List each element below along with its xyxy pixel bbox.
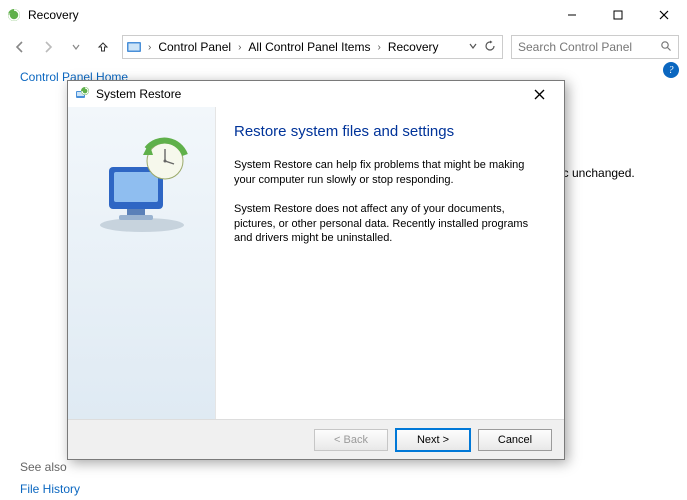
- restore-illustration-icon: [87, 137, 197, 237]
- maximize-button[interactable]: [595, 0, 641, 30]
- back-button: < Back: [314, 429, 388, 451]
- chevron-right-icon[interactable]: ›: [145, 42, 154, 53]
- see-also-label: See also: [20, 460, 67, 474]
- system-restore-dialog: System Restore Restore system files and …: [67, 80, 565, 460]
- search-icon: [660, 40, 672, 55]
- control-panel-icon: [125, 38, 143, 56]
- wizard-banner: [68, 107, 216, 419]
- system-restore-icon: [74, 86, 90, 102]
- explorer-navbar: › Control Panel › All Control Panel Item…: [0, 30, 687, 64]
- wizard-content: Restore system files and settings System…: [216, 107, 564, 419]
- chevron-right-icon[interactable]: ›: [374, 42, 383, 53]
- background-text-fragment: ic unchanged.: [560, 166, 677, 180]
- dialog-close-button[interactable]: [520, 83, 558, 105]
- breadcrumb-seg-all-items[interactable]: All Control Panel Items: [244, 40, 374, 54]
- explorer-titlebar: Recovery: [0, 0, 687, 30]
- dropdown-icon[interactable]: [468, 40, 478, 54]
- close-button[interactable]: [641, 0, 687, 30]
- dialog-button-row: < Back Next > Cancel: [68, 419, 564, 459]
- next-button[interactable]: Next >: [396, 429, 470, 451]
- search-placeholder: Search Control Panel: [518, 40, 660, 54]
- chevron-right-icon[interactable]: ›: [235, 42, 244, 53]
- search-input[interactable]: Search Control Panel: [511, 35, 679, 59]
- cancel-button[interactable]: Cancel: [478, 429, 552, 451]
- nav-up-button[interactable]: [92, 36, 114, 58]
- refresh-icon[interactable]: [484, 40, 496, 55]
- nav-recent-dropdown[interactable]: [64, 35, 88, 59]
- help-icon[interactable]: ?: [663, 62, 679, 78]
- dialog-title: System Restore: [96, 87, 181, 101]
- breadcrumb-seg-control-panel[interactable]: Control Panel: [154, 40, 235, 54]
- wizard-heading: Restore system files and settings: [234, 123, 546, 140]
- wizard-paragraph-2: System Restore does not affect any of yo…: [234, 202, 546, 247]
- window-title: Recovery: [28, 8, 79, 22]
- minimize-button[interactable]: [549, 0, 595, 30]
- nav-back-button[interactable]: [8, 35, 32, 59]
- recovery-icon: [6, 7, 22, 23]
- file-history-link[interactable]: File History: [20, 482, 80, 496]
- breadcrumb-seg-recovery[interactable]: Recovery: [384, 40, 443, 54]
- dialog-titlebar[interactable]: System Restore: [68, 81, 564, 107]
- wizard-paragraph-1: System Restore can help fix problems tha…: [234, 158, 546, 188]
- breadcrumb[interactable]: › Control Panel › All Control Panel Item…: [122, 35, 503, 59]
- nav-forward-button[interactable]: [36, 35, 60, 59]
